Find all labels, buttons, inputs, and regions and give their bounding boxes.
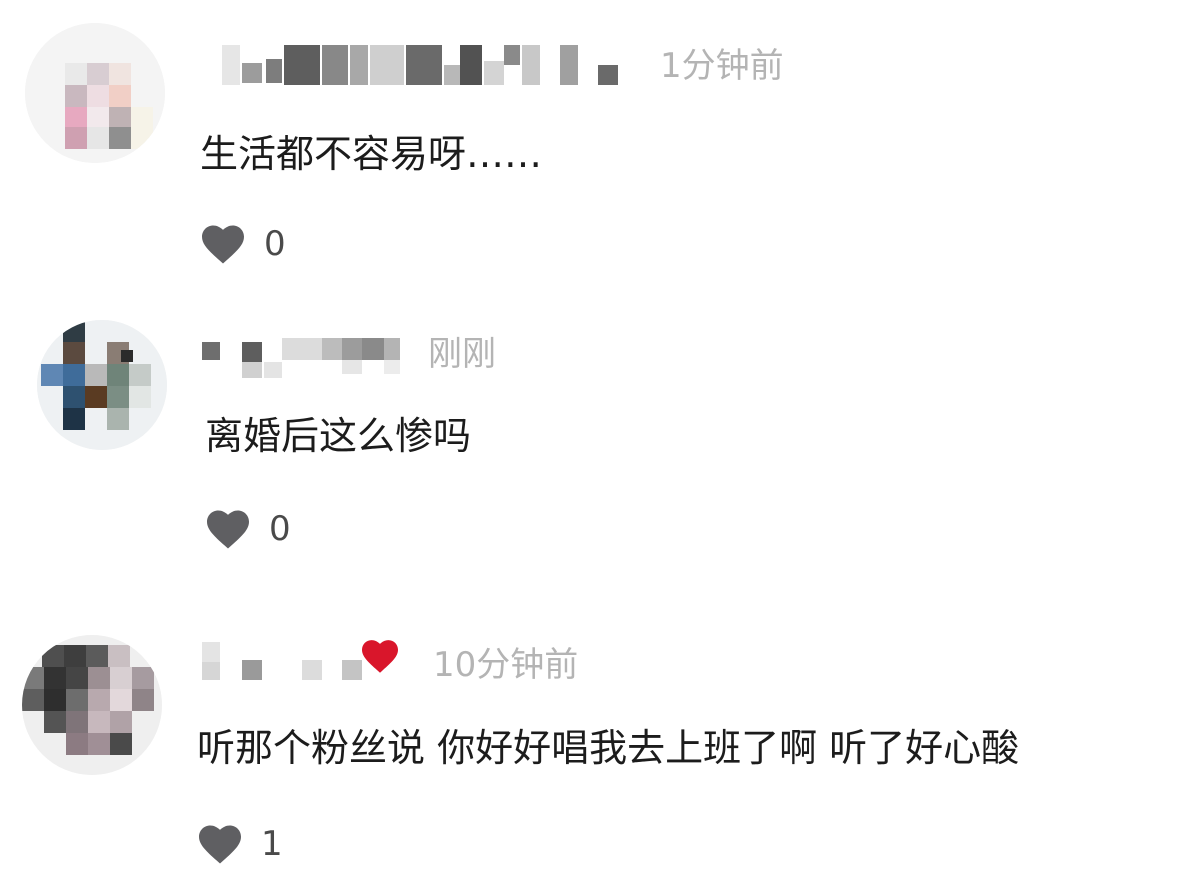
comment-timestamp: 刚刚: [428, 334, 496, 374]
comment-item: 10分钟前 听那个粉丝说 你好好唱我去上班了啊 听了好心酸 1: [0, 590, 1200, 876]
like-count: 0: [269, 509, 291, 549]
username[interactable]: [222, 45, 622, 85]
comment-text: 离婚后这么惨吗: [205, 414, 472, 458]
like-count: 1: [261, 824, 283, 864]
like-button[interactable]: 0: [205, 508, 291, 550]
comment-item: 1分钟前 生活都不容易呀…… 0: [0, 0, 1200, 290]
comment-text: 听那个粉丝说 你好好唱我去上班了啊 听了好心酸: [197, 726, 1020, 770]
comment-timestamp: 1分钟前: [660, 46, 784, 86]
comment-item: 刚刚 离婚后这么惨吗 0: [0, 290, 1200, 590]
username[interactable]: [202, 338, 402, 378]
avatar[interactable]: [22, 635, 162, 775]
comment-timestamp: 10分钟前: [433, 645, 579, 685]
avatar[interactable]: [37, 320, 167, 450]
avatar[interactable]: [25, 23, 165, 163]
like-button[interactable]: 1: [197, 823, 283, 865]
heart-emoji-icon: [362, 640, 398, 673]
like-count: 0: [264, 224, 286, 264]
heart-icon[interactable]: [197, 823, 243, 865]
comment-text: 生活都不容易呀……: [200, 132, 543, 176]
like-button[interactable]: 0: [200, 223, 286, 265]
heart-icon[interactable]: [200, 223, 246, 265]
heart-icon[interactable]: [205, 508, 251, 550]
